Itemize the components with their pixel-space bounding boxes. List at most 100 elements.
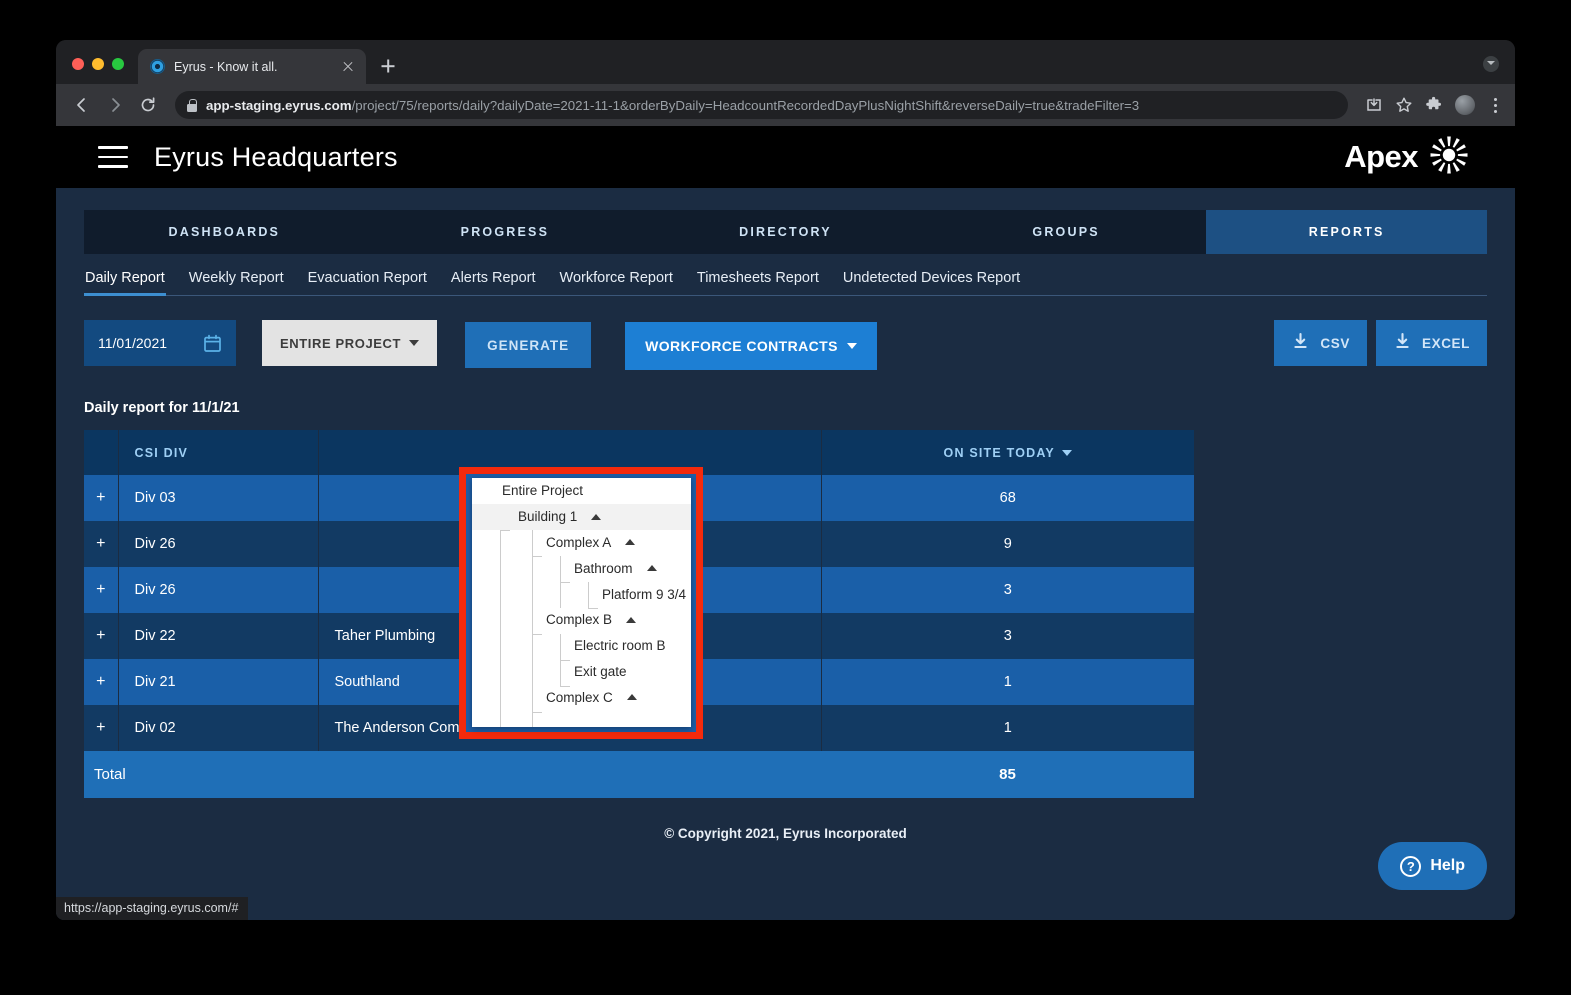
status-bar-link: https://app-staging.eyrus.com/# — [56, 897, 249, 920]
project-selector-label: ENTIRE PROJECT — [280, 335, 402, 351]
table-footer: Total 85 — [84, 751, 1194, 798]
column-header-expand — [84, 430, 119, 475]
tree-item-entire-project[interactable]: Entire Project — [472, 478, 691, 504]
column-header-on-site-today[interactable]: ON SITE TODAY — [821, 430, 1194, 475]
apex-starburst-icon — [1427, 133, 1471, 182]
tree-item-complex-c[interactable]: Complex C — [472, 684, 691, 710]
tree-item-platform-9-3-4[interactable]: Platform 9 3/4 — [472, 581, 691, 607]
tree-item-electric-room-b[interactable]: Electric room B — [472, 633, 691, 659]
url-path: /project/75/reports/daily?dailyDate=2021… — [351, 97, 1140, 113]
tree-item-complex-b[interactable]: Complex B — [472, 607, 691, 633]
tree-item-label: Complex C — [546, 689, 613, 705]
chevron-up-icon[interactable] — [646, 565, 657, 572]
browser-tab[interactable]: Eyrus - Know it all. — [138, 49, 366, 84]
expand-row-button[interactable]: + — [84, 567, 119, 613]
forward-button[interactable] — [101, 91, 129, 119]
tab-timesheets-report[interactable]: Timesheets Report — [696, 270, 820, 295]
sort-descending-icon — [1061, 450, 1072, 457]
window-controls[interactable] — [56, 58, 138, 84]
export-buttons: CSV EXCEL — [1274, 320, 1487, 366]
tree-item-label: Complex B — [546, 612, 613, 628]
brand-logo: Apex — [1344, 133, 1485, 182]
install-app-icon[interactable] — [1365, 96, 1383, 114]
project-tree-dropdown[interactable]: Entire Project Building 1 Complex A Bath… — [472, 478, 691, 727]
nav-item-groups[interactable]: GROUPS — [926, 210, 1207, 254]
cell-csi-div: Div 26 — [118, 521, 319, 567]
workforce-contracts-button[interactable]: WORKFORCE CONTRACTS — [625, 322, 877, 370]
tab-search-icon[interactable] — [1483, 56, 1499, 72]
tree-item-label: Exit gate — [574, 663, 627, 679]
cell-on-site-today: 9 — [821, 521, 1194, 567]
browser-window: Eyrus - Know it all. app-staging.eyrus.c… — [56, 40, 1515, 920]
address-bar[interactable]: app-staging.eyrus.com/project/75/reports… — [175, 91, 1348, 119]
cell-on-site-today: 1 — [821, 705, 1194, 751]
close-tab-icon[interactable] — [340, 59, 356, 75]
eyrus-favicon-icon — [150, 59, 165, 74]
nav-item-progress[interactable]: PROGRESS — [365, 210, 646, 254]
bookmark-star-icon[interactable] — [1395, 96, 1413, 114]
expand-row-button[interactable]: + — [84, 613, 119, 659]
new-tab-button[interactable] — [374, 52, 402, 80]
expand-row-button[interactable]: + — [84, 705, 119, 751]
app-header: Eyrus Headquarters Apex — [56, 126, 1515, 188]
tab-workforce-report[interactable]: Workforce Report — [559, 270, 674, 295]
tree-item-label: Bathroom — [574, 560, 633, 576]
desktop-background: Eyrus - Know it all. app-staging.eyrus.c… — [0, 0, 1571, 995]
main-navigation: DASHBOARDS PROGRESS DIRECTORY GROUPS REP… — [84, 210, 1487, 254]
tab-daily-report[interactable]: Daily Report — [84, 270, 166, 296]
chevron-down-icon — [409, 340, 420, 346]
chrome-menu-icon[interactable] — [1487, 97, 1503, 113]
nav-item-dashboards[interactable]: DASHBOARDS — [84, 210, 365, 254]
address-bar-url: app-staging.eyrus.com/project/75/reports… — [206, 98, 1139, 113]
minimize-window-button[interactable] — [92, 58, 104, 70]
tree-item-exit-gate[interactable]: Exit gate — [472, 659, 691, 685]
close-window-button[interactable] — [72, 58, 84, 70]
total-value: 85 — [821, 751, 1194, 798]
extensions-puzzle-icon[interactable] — [1425, 96, 1443, 114]
export-csv-label: CSV — [1320, 335, 1350, 351]
tab-undetected-devices-report[interactable]: Undetected Devices Report — [842, 270, 1021, 295]
tab-alerts-report[interactable]: Alerts Report — [450, 270, 537, 295]
footer-copyright: © Copyright 2021, Eyrus Incorporated — [664, 826, 907, 841]
tab-weekly-report[interactable]: Weekly Report — [188, 270, 285, 295]
chevron-up-icon[interactable] — [626, 616, 637, 623]
cell-on-site-today: 3 — [821, 613, 1194, 659]
tree-item-bathroom[interactable]: Bathroom — [472, 555, 691, 581]
calendar-icon[interactable] — [203, 334, 222, 353]
nav-item-reports[interactable]: REPORTS — [1206, 210, 1487, 254]
reload-button[interactable] — [134, 91, 162, 119]
profile-avatar[interactable] — [1455, 95, 1475, 115]
toolbar-icons — [1361, 95, 1503, 115]
cell-csi-div: Div 03 — [118, 475, 319, 521]
expand-row-button[interactable]: + — [84, 521, 119, 567]
tree-item-building-1[interactable]: Building 1 — [472, 503, 691, 530]
date-input[interactable]: 11/01/2021 — [84, 320, 236, 366]
maximize-window-button[interactable] — [112, 58, 124, 70]
chevron-up-icon[interactable] — [626, 694, 637, 701]
tree-item-complex-a[interactable]: Complex A — [472, 530, 691, 556]
chevron-up-icon[interactable] — [591, 513, 602, 520]
browser-tab-strip: Eyrus - Know it all. — [56, 40, 1515, 84]
column-header-csi-div[interactable]: CSI DIV — [118, 430, 319, 475]
generate-button[interactable]: GENERATE — [465, 322, 592, 368]
help-button-label: Help — [1430, 857, 1465, 874]
chevron-up-icon[interactable] — [625, 539, 636, 546]
tab-search-area[interactable] — [1483, 56, 1515, 84]
cell-csi-div: Div 21 — [118, 659, 319, 705]
project-selector-button[interactable]: ENTIRE PROJECT — [262, 320, 438, 366]
menu-hamburger-icon[interactable] — [98, 146, 128, 168]
cell-on-site-today: 1 — [821, 659, 1194, 705]
nav-item-directory[interactable]: DIRECTORY — [645, 210, 926, 254]
report-subtitle: Daily report for 11/1/21 — [84, 400, 240, 416]
date-value: 11/01/2021 — [98, 335, 168, 351]
help-button[interactable]: ? Help — [1378, 842, 1487, 890]
cell-on-site-today: 68 — [821, 475, 1194, 521]
export-csv-button[interactable]: CSV — [1274, 320, 1367, 366]
expand-row-button[interactable]: + — [84, 659, 119, 705]
tab-evacuation-report[interactable]: Evacuation Report — [307, 270, 428, 295]
lock-icon — [187, 98, 197, 112]
expand-row-button[interactable]: + — [84, 475, 119, 521]
export-excel-button[interactable]: EXCEL — [1375, 320, 1487, 366]
back-button[interactable] — [68, 91, 96, 119]
cell-csi-div: Div 02 — [118, 705, 319, 751]
